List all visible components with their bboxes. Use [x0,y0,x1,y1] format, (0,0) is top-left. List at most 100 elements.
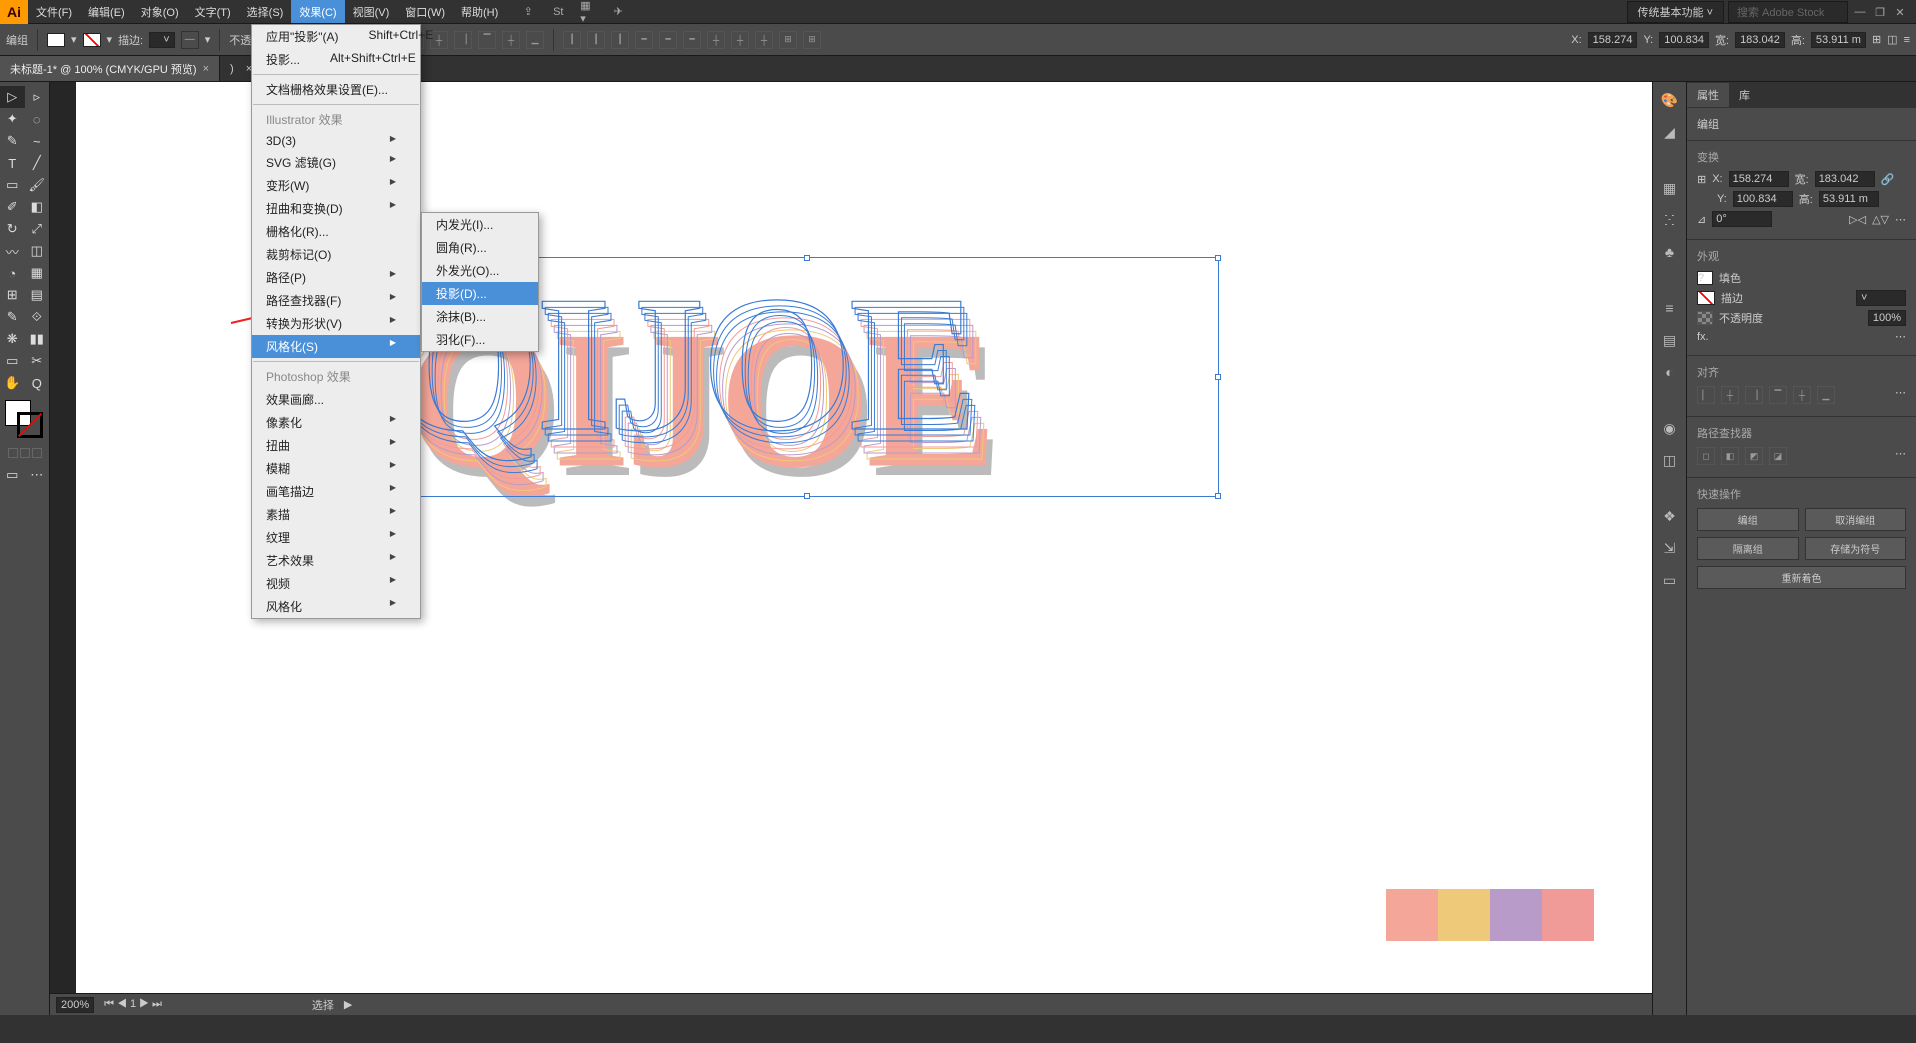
scale-tool[interactable]: ⤢ [25,218,50,240]
flip-h-icon[interactable]: ▷◁ [1849,213,1866,226]
mesh-tool[interactable]: ⊞ [0,284,25,306]
search-stock[interactable]: 搜索 Adobe Stock [1728,1,1848,23]
panel-fill-swatch[interactable]: ? [1697,271,1713,285]
quick-recolor[interactable]: 重新着色 [1697,566,1906,589]
artboard-nav[interactable]: ⏮ ◀ 1 ▶ ⏭ [104,998,162,1011]
p-align-b[interactable]: ▁ [1817,386,1835,404]
arrange-icon[interactable]: ▦ ▾ [580,4,596,20]
ai-rasterize[interactable]: 栅格化(R)... [252,220,420,243]
ps-texture[interactable]: 纹理 [252,526,420,549]
panel-w[interactable] [1815,171,1875,187]
hand-tool[interactable]: ✋ [0,372,25,394]
menu-window[interactable]: 窗口(W) [397,0,453,23]
pf-intersect[interactable]: ◩ [1745,447,1763,465]
w-field[interactable]: 183.042 [1735,32,1785,48]
dist-10[interactable]: ⊞ [779,31,797,49]
p-align-t[interactable]: ▔ [1769,386,1787,404]
pf-exclude[interactable]: ◪ [1769,447,1787,465]
dist-3[interactable]: ┃ [611,31,629,49]
ps-brush[interactable]: 画笔描边 [252,480,420,503]
ai-convert-shape[interactable]: 转换为形状(V) [252,312,420,335]
appearance-more-icon[interactable]: ⋯ [1895,330,1906,343]
gradient-icon[interactable]: ▤ [1660,330,1680,350]
menu-effect[interactable]: 效果(C) [291,0,344,23]
rectangle-tool[interactable]: ▭ [0,174,25,196]
curvature-tool[interactable]: ~ [25,130,50,152]
dist-9[interactable]: ┼ [755,31,773,49]
pf-more-icon[interactable]: ⋯ [1895,447,1906,465]
ai-stylize[interactable]: 风格化(S) [252,335,420,358]
dist-5[interactable]: ━ [659,31,677,49]
tab-libraries[interactable]: 库 [1729,83,1760,107]
tab-properties[interactable]: 属性 [1687,83,1729,107]
zoom-tool[interactable]: Q [25,372,50,394]
shaper-tool[interactable]: ✐ [0,196,25,218]
lasso-tool[interactable]: ◌ [25,108,50,130]
ai-distort[interactable]: 扭曲和变换(D) [252,197,420,220]
layers-icon[interactable]: ❖ [1660,506,1680,526]
ps-artistic[interactable]: 艺术效果 [252,549,420,572]
ps-gallery[interactable]: 效果画廊... [252,388,420,411]
blend-tool[interactable]: ⟐ [25,306,50,328]
dist-8[interactable]: ┼ [731,31,749,49]
artboard-tool[interactable]: ▭ [0,350,25,372]
panel-stroke-weight[interactable]: ˅ [1856,290,1906,306]
appearance-icon[interactable]: ◉ [1660,418,1680,438]
zoom-level[interactable]: 200% [56,997,94,1013]
stock-icon[interactable]: St [550,4,566,20]
symbol-sprayer-tool[interactable]: ❋ [0,328,25,350]
ai-3d[interactable]: 3D(3) [252,131,420,151]
graph-tool[interactable]: ▮▮ [25,328,50,350]
dist-7[interactable]: ┼ [707,31,725,49]
ps-stylize[interactable]: 风格化 [252,595,420,618]
panel-x[interactable] [1729,171,1789,187]
asset-export-icon[interactable]: ⇲ [1660,538,1680,558]
edit-toolbar[interactable]: ⋯ [25,464,50,486]
effect-apply-last[interactable]: 应用"投影"(A)Shift+Ctrl+E [252,25,420,48]
ai-warp[interactable]: 变形(W) [252,174,420,197]
color-panel-icon[interactable]: 🎨 [1660,90,1680,110]
panel-opacity-value[interactable]: 100% [1868,310,1906,326]
paintbrush-tool[interactable]: 🖌 [25,174,50,196]
dist-6[interactable]: ━ [683,31,701,49]
slice-tool[interactable]: ✂ [25,350,50,372]
swatches-icon[interactable]: ▦ [1660,178,1680,198]
pf-minus[interactable]: ◧ [1721,447,1739,465]
align-more-icon[interactable]: ⋯ [1895,386,1906,404]
fx-label[interactable]: fx. [1697,331,1709,343]
panel-opacity-swatch[interactable] [1697,311,1713,325]
quick-ungroup[interactable]: 取消编组 [1805,508,1907,531]
close-tab-icon[interactable]: × [203,63,209,75]
menu-edit[interactable]: 编辑(E) [80,0,133,23]
panel-menu-icon[interactable]: ≡ [1904,34,1910,46]
direct-selection-tool[interactable]: ▹ [25,86,50,108]
type-tool[interactable]: T [0,152,25,174]
window-close[interactable]: ✕ [1892,6,1908,18]
menu-help[interactable]: 帮助(H) [453,0,506,23]
stylize-round-corners[interactable]: 圆角(R)... [422,236,538,259]
ps-video[interactable]: 视频 [252,572,420,595]
eraser-tool[interactable]: ◧ [25,196,50,218]
stylize-outer-glow[interactable]: 外发光(O)... [422,259,538,282]
stylize-feather[interactable]: 羽化(F)... [422,328,538,351]
pf-unite[interactable]: ◻ [1697,447,1715,465]
p-align-l[interactable]: ▏ [1697,386,1715,404]
artboards-icon[interactable]: ▭ [1660,570,1680,590]
x-field[interactable]: 158.274 [1588,32,1638,48]
window-restore[interactable]: ❐ [1872,6,1888,18]
p-align-r[interactable]: ▕ [1745,386,1763,404]
dist-11[interactable]: ⊞ [803,31,821,49]
menu-view[interactable]: 视图(V) [345,0,398,23]
ref-point-icon[interactable]: ⊞ [1697,173,1706,186]
line-tool[interactable]: ╱ [25,152,50,174]
brush-def[interactable]: — [181,31,199,49]
align-bottom[interactable]: ▁ [526,31,544,49]
flip-v-icon[interactable]: △▽ [1872,213,1889,226]
ps-distort[interactable]: 扭曲 [252,434,420,457]
quick-group[interactable]: 编组 [1697,508,1799,531]
stylize-drop-shadow[interactable]: 投影(D)... [422,282,538,305]
y-field[interactable]: 100.834 [1659,32,1709,48]
align-right[interactable]: ▕ [454,31,472,49]
share-icon[interactable]: ⇪ [520,4,536,20]
graphic-styles-icon[interactable]: ◫ [1660,450,1680,470]
